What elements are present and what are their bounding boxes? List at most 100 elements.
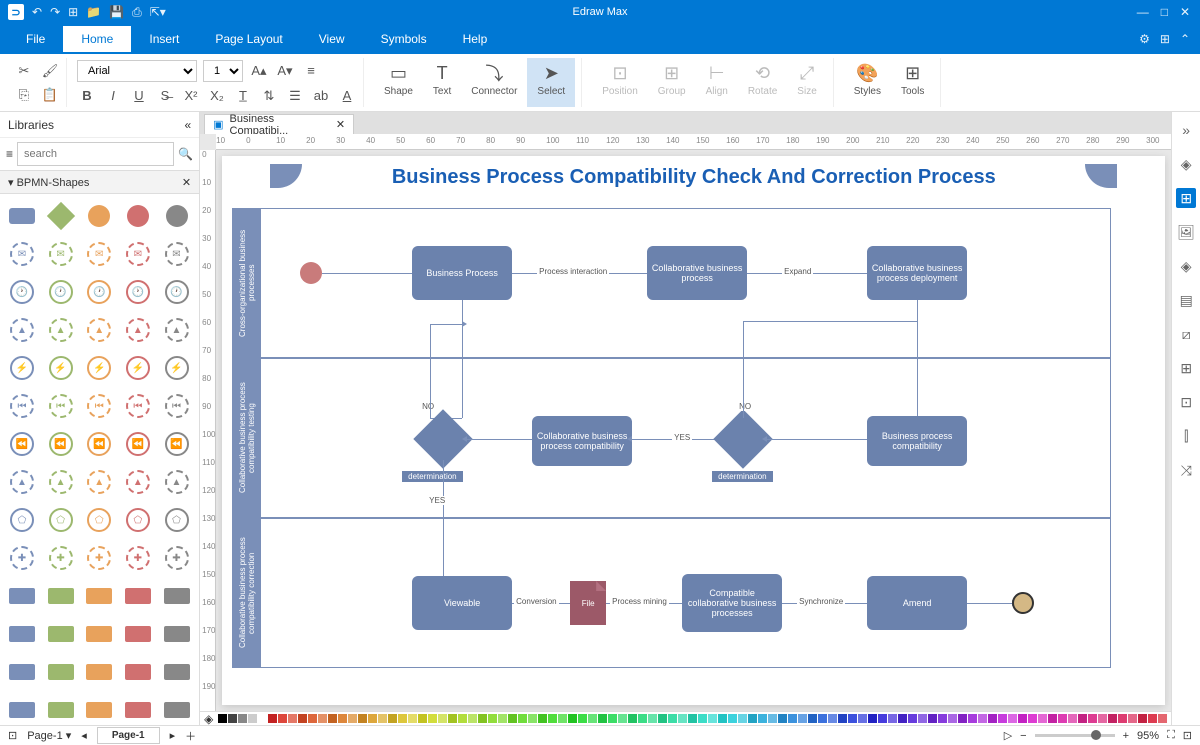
bpmn-shape[interactable]: ⬠ — [83, 504, 115, 536]
menu-view[interactable]: View — [301, 26, 363, 52]
text-tool[interactable]: TText — [423, 58, 461, 107]
bpmn-shape[interactable]: 🕐 — [45, 276, 77, 308]
bpmn-shape[interactable]: ▲ — [122, 314, 154, 346]
color-swatch[interactable] — [218, 714, 227, 723]
node-bp[interactable]: Business Process — [412, 246, 512, 300]
color-swatch[interactable] — [728, 714, 737, 723]
color-swatch[interactable] — [758, 714, 767, 723]
bpmn-shape[interactable] — [83, 618, 115, 650]
color-swatch[interactable] — [528, 714, 537, 723]
color-swatch[interactable] — [818, 714, 827, 723]
cut-icon[interactable]: ✂ — [14, 61, 34, 81]
color-swatch[interactable] — [518, 714, 527, 723]
bpmn-shape[interactable] — [6, 656, 38, 688]
new-icon[interactable]: ⊞ — [68, 5, 78, 19]
align-tool[interactable]: ⊢Align — [696, 58, 738, 107]
color-swatch[interactable] — [408, 714, 417, 723]
color-swatch[interactable] — [1098, 714, 1107, 723]
color-swatch[interactable] — [1008, 714, 1017, 723]
color-swatch[interactable] — [938, 714, 947, 723]
color-swatch[interactable] — [848, 714, 857, 723]
bpmn-shape[interactable] — [122, 580, 154, 612]
color-swatch[interactable] — [788, 714, 797, 723]
color-swatch[interactable] — [578, 714, 587, 723]
collapse-ribbon-icon[interactable]: ⌃ — [1180, 32, 1190, 46]
color-swatch[interactable] — [708, 714, 717, 723]
align-icon[interactable]: ≡ — [301, 61, 321, 81]
page-icon[interactable]: ▤ — [1176, 290, 1196, 310]
bpmn-shape[interactable]: 🕐 — [6, 276, 38, 308]
bpmn-shape[interactable]: ⏪ — [6, 428, 38, 460]
document-tab[interactable]: ▣Business Compatibi...✕ — [204, 114, 354, 134]
color-swatch[interactable] — [1128, 714, 1137, 723]
bpmn-shape[interactable]: 🕐 — [122, 276, 154, 308]
color-swatch[interactable] — [428, 714, 437, 723]
color-swatch[interactable] — [958, 714, 967, 723]
color-swatch[interactable] — [968, 714, 977, 723]
color-swatch[interactable] — [498, 714, 507, 723]
strike-icon[interactable]: S̶ — [155, 86, 175, 106]
color-swatch[interactable] — [548, 714, 557, 723]
export-icon[interactable]: ⇱▾ — [150, 5, 166, 19]
fontcolor-icon[interactable]: A — [337, 86, 357, 106]
bpmn-shape[interactable]: ⬠ — [6, 504, 38, 536]
color-swatch[interactable] — [278, 714, 287, 723]
color-swatch[interactable] — [268, 714, 277, 723]
copy-icon[interactable]: ⎘ — [14, 85, 34, 105]
color-swatch[interactable] — [378, 714, 387, 723]
color-swatch[interactable] — [668, 714, 677, 723]
menu-insert[interactable]: Insert — [131, 26, 197, 52]
print-icon[interactable]: ⎙ — [132, 5, 142, 20]
presentation-icon[interactable]: ▷ — [1004, 729, 1012, 742]
underline-icon[interactable]: U — [129, 86, 149, 106]
bpmn-shape[interactable] — [122, 694, 154, 725]
color-swatch[interactable] — [238, 714, 247, 723]
color-swatch[interactable] — [348, 714, 357, 723]
color-swatch[interactable] — [458, 714, 467, 723]
bpmn-shape[interactable] — [6, 200, 38, 232]
font-grow-icon[interactable]: A▴ — [249, 61, 269, 81]
bpmn-shape[interactable]: ⚡ — [45, 352, 77, 384]
swimlane-3[interactable]: Collaborative business process compatibi… — [232, 518, 1111, 668]
color-swatch[interactable] — [448, 714, 457, 723]
layers-icon[interactable]: ◈ — [1176, 256, 1196, 276]
color-swatch[interactable] — [868, 714, 877, 723]
color-swatch[interactable] — [648, 714, 657, 723]
properties-icon[interactable]: ⊞ — [1176, 188, 1196, 208]
color-swatch[interactable] — [228, 714, 237, 723]
node-cbp[interactable]: Collaborative business process — [647, 246, 747, 300]
color-swatch[interactable] — [1088, 714, 1097, 723]
color-swatch[interactable] — [248, 714, 257, 723]
color-swatch[interactable] — [538, 714, 547, 723]
fit-icon[interactable]: ⛶ — [1167, 729, 1175, 742]
color-swatch[interactable] — [858, 714, 867, 723]
close-icon[interactable]: ✕ — [1180, 5, 1190, 19]
color-swatch[interactable] — [918, 714, 927, 723]
collapse-lib-icon[interactable]: « — [184, 118, 191, 132]
color-swatch[interactable] — [1058, 714, 1067, 723]
add-page-icon[interactable]: ＋ — [185, 728, 196, 744]
close-tab-icon[interactable]: ✕ — [336, 118, 345, 131]
color-swatch[interactable] — [558, 714, 567, 723]
bpmn-shape[interactable]: ✉ — [45, 238, 77, 270]
subscript-icon[interactable]: X₂ — [207, 86, 227, 106]
bpmn-shape[interactable] — [45, 200, 77, 232]
bpmn-shape[interactable]: ✚ — [6, 542, 38, 574]
color-swatch[interactable] — [1018, 714, 1027, 723]
bpmn-shape[interactable]: ⏮ — [45, 390, 77, 422]
italic-icon[interactable]: I — [103, 86, 123, 106]
textcase-icon[interactable]: T̲ — [233, 86, 253, 106]
color-swatch[interactable] — [388, 714, 397, 723]
next-page-icon[interactable]: ▸ — [170, 729, 176, 742]
expand-rail-icon[interactable]: » — [1176, 120, 1196, 140]
bpmn-shape[interactable]: ▲ — [45, 314, 77, 346]
connector-tool[interactable]: ⤵Connector — [461, 58, 527, 107]
font-select[interactable]: Arial — [77, 60, 197, 82]
node-ccbp[interactable]: Compatible collaborative business proces… — [682, 574, 782, 632]
menu-symbols[interactable]: Symbols — [363, 26, 445, 52]
size-tool[interactable]: ⤢Size — [787, 58, 826, 107]
color-swatch[interactable] — [1048, 714, 1057, 723]
color-swatch[interactable] — [798, 714, 807, 723]
shape-tool[interactable]: ▭Shape — [374, 58, 423, 107]
color-swatch[interactable] — [418, 714, 427, 723]
